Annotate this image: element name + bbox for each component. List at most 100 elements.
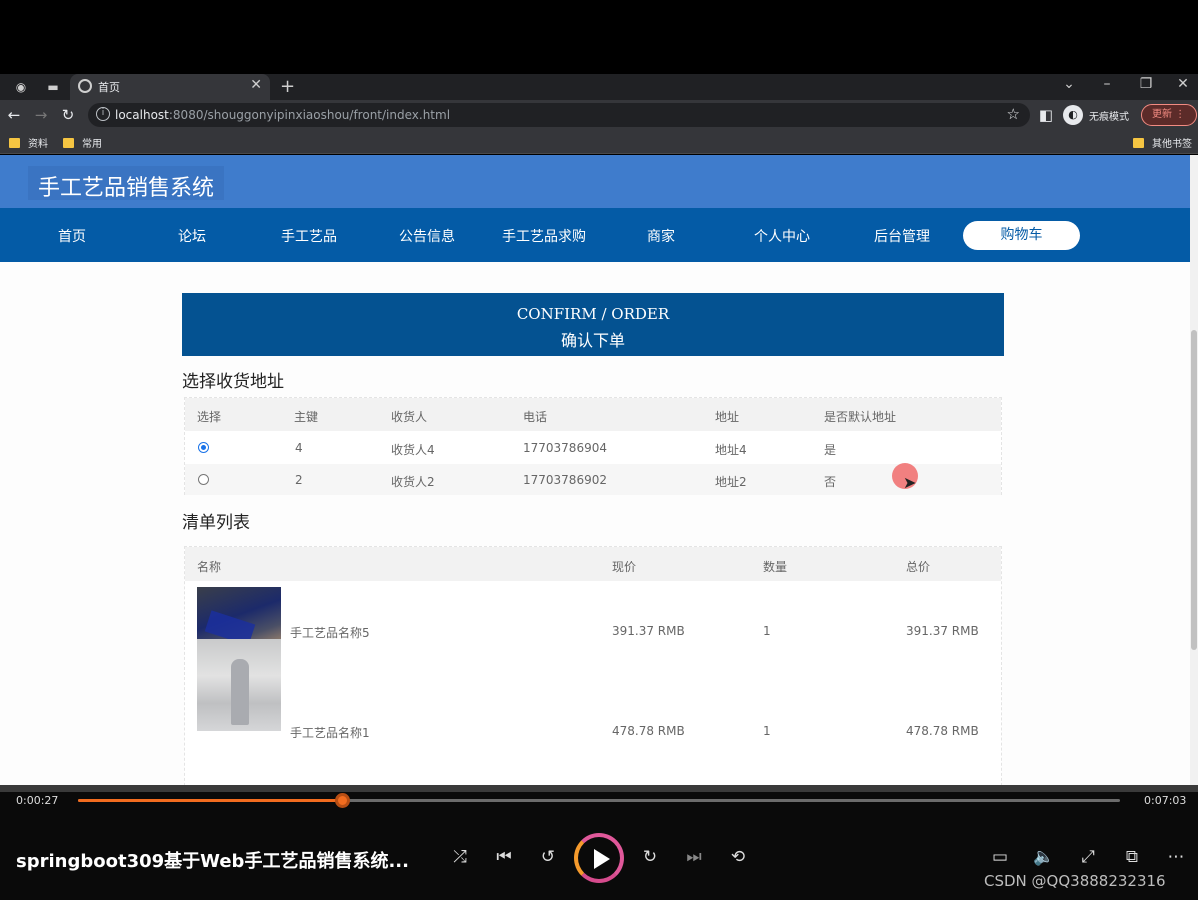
browser-toolbar: ← → ↻ i localhost:8080/shouggonyipinxiao…	[0, 100, 1198, 130]
header-price: 现价	[612, 560, 637, 574]
repeat-off-icon[interactable]: ⟲	[725, 847, 751, 867]
site-header: 手工艺品销售系统	[0, 155, 1190, 208]
window-close-icon[interactable]: ✕	[1168, 76, 1198, 92]
nav-admin[interactable]: 后台管理	[842, 226, 962, 246]
globe-icon[interactable]: ◉	[12, 78, 30, 96]
forward-arrow-icon[interactable]: →	[31, 106, 51, 124]
address-radio-1[interactable]	[198, 442, 209, 453]
header-total: 总价	[906, 560, 931, 574]
fullscreen-icon[interactable]: ⤢	[1075, 847, 1101, 867]
bookmark-folder-1[interactable]: 资料	[9, 135, 48, 150]
nav-profile[interactable]: 个人中心	[722, 226, 842, 246]
header-phone: 电话	[523, 410, 548, 424]
mini-player-icon[interactable]: ⧉	[1119, 847, 1145, 867]
browser-tab-active[interactable]: 首页 ✕	[70, 74, 270, 100]
table-row[interactable]: 2 收货人2 17703786902 地址2 否	[185, 464, 1001, 495]
folder-icon	[9, 138, 20, 148]
side-panel-icon[interactable]: ◧	[1036, 106, 1056, 124]
video-title: springboot309基于Web手工艺品销售系统...	[16, 851, 409, 872]
incognito-icon: ◐	[1063, 105, 1083, 125]
volume-icon[interactable]: 🔈	[1031, 847, 1057, 867]
bookmark-folder-2[interactable]: 常用	[63, 135, 102, 150]
url-text: localhost:8080/shouggonyipinxiaoshou/fro…	[115, 108, 451, 122]
row-receiver: 收货人2	[391, 475, 435, 489]
row-address: 地址4	[715, 443, 747, 457]
shuffle-icon[interactable]: ⤮	[447, 847, 473, 867]
close-icon[interactable]: ✕	[250, 77, 262, 93]
reload-icon[interactable]: ↻	[58, 106, 78, 124]
nav-notices[interactable]: 公告信息	[367, 226, 487, 246]
site-title: 手工艺品销售系统	[28, 166, 225, 201]
page-scrollbar[interactable]	[1190, 155, 1198, 785]
chevron-down-icon[interactable]: ⌄	[1054, 76, 1084, 92]
nav-home[interactable]: 首页	[12, 226, 132, 246]
items-section-title: 清单列表	[182, 513, 250, 533]
item-qty: 1	[763, 724, 771, 738]
seek-knob[interactable]	[334, 793, 350, 808]
items-table: 名称 现价 数量 总价 手工艺品名称5 391.37 RMB 1 391.37 …	[184, 546, 1002, 785]
back-arrow-icon[interactable]: ←	[4, 106, 24, 124]
item-total: 391.37 RMB	[906, 624, 979, 638]
info-icon[interactable]: i	[96, 107, 110, 121]
scrollbar-thumb[interactable]	[1191, 330, 1197, 650]
header-select: 选择	[197, 410, 222, 424]
folder-icon	[1133, 138, 1144, 148]
incognito-label: 无痕模式	[1089, 112, 1129, 123]
header-id: 主键	[294, 410, 319, 424]
globe-icon	[78, 79, 92, 93]
nav-merchants[interactable]: 商家	[601, 226, 721, 246]
nav-forum[interactable]: 论坛	[132, 226, 252, 246]
progress-track	[0, 785, 1198, 792]
confirm-order-banner: CONFIRM / ORDER 确认下单	[182, 293, 1004, 356]
csdn-watermark: CSDN @QQ3888232316	[984, 872, 1166, 890]
item-name: 手工艺品名称5	[290, 626, 370, 640]
site-nav: 首页 论坛 手工艺品 公告信息 手工艺品求购 商家 个人中心 后台管理 购物车	[0, 208, 1190, 262]
more-options-icon[interactable]: ⋯	[1163, 847, 1189, 867]
update-button[interactable]: 更新 ⋮	[1141, 104, 1197, 126]
address-table: 选择 主键 收货人 电话 地址 是否默认地址 4 收货人4 1770378690…	[184, 397, 1002, 495]
video-player-controls: 0:00:27 0:07:03 springboot309基于Web手工艺品销售…	[0, 785, 1198, 900]
new-tab-icon[interactable]: +	[280, 76, 295, 97]
header-default: 是否默认地址	[824, 410, 897, 424]
tab-overview-icon[interactable]: ▬	[44, 78, 62, 96]
address-section-title: 选择收货地址	[182, 372, 284, 392]
row-phone: 17703786904	[523, 441, 607, 455]
previous-icon[interactable]: ⏮	[491, 847, 517, 867]
item-price: 478.78 RMB	[612, 724, 685, 738]
play-button[interactable]	[574, 833, 624, 883]
nav-crafts[interactable]: 手工艺品	[249, 226, 369, 246]
seek-bar-fill	[78, 799, 343, 802]
next-icon[interactable]: ⏭	[681, 847, 707, 867]
forward-30-icon[interactable]: ↻	[637, 847, 663, 867]
other-bookmarks[interactable]: 其他书签	[1133, 135, 1192, 150]
nav-cart-button[interactable]: 购物车	[963, 221, 1080, 250]
letterbox-top	[0, 0, 1198, 74]
product-image[interactable]	[197, 639, 281, 731]
cursor-icon: ➤	[903, 473, 917, 492]
subtitles-icon[interactable]: ▭	[987, 847, 1013, 867]
item-price: 391.37 RMB	[612, 624, 685, 638]
header-receiver: 收货人	[391, 410, 428, 424]
row-id: 4	[295, 441, 303, 455]
row-id: 2	[295, 473, 303, 487]
nav-craft-requests[interactable]: 手工艺品求购	[484, 226, 604, 246]
update-label: 更新	[1152, 109, 1172, 120]
minimize-icon[interactable]: –	[1092, 76, 1122, 92]
other-bookmarks-label: 其他书签	[1152, 139, 1192, 150]
row-default: 否	[824, 475, 837, 489]
bookmark-label: 常用	[82, 139, 102, 150]
seek-bar[interactable]	[78, 793, 1120, 808]
restore-icon[interactable]: ❐	[1131, 76, 1161, 92]
bookmark-star-icon[interactable]: ☆	[1007, 105, 1020, 123]
address-radio-2[interactable]	[198, 474, 209, 485]
bookmarks-bar: 资料 常用 其他书签	[0, 130, 1198, 154]
address-table-header: 选择 主键 收货人 电话 地址 是否默认地址	[185, 398, 1001, 431]
current-time: 0:00:27	[16, 794, 59, 807]
row-receiver: 收货人4	[391, 443, 435, 457]
rewind-icon[interactable]: ↺	[535, 847, 561, 867]
row-address: 地址2	[715, 475, 747, 489]
item-qty: 1	[763, 624, 771, 638]
row-phone: 17703786902	[523, 473, 607, 487]
address-bar[interactable]: i localhost:8080/shouggonyipinxiaoshou/f…	[88, 103, 1030, 127]
folder-icon	[63, 138, 74, 148]
